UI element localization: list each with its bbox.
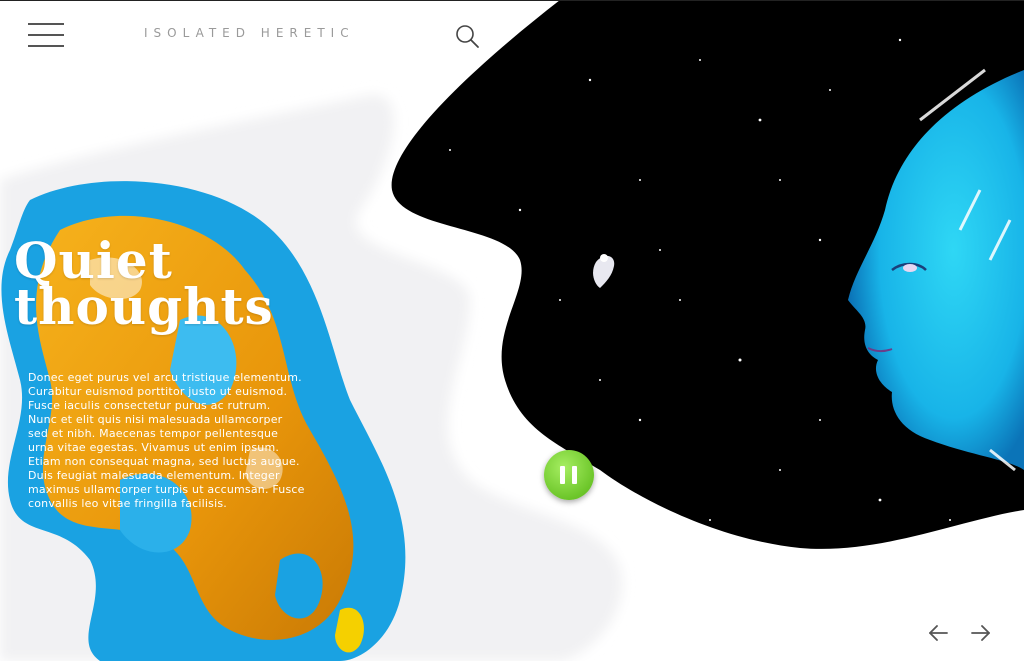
hamburger-menu-icon[interactable] [28,23,64,47]
top-bar: ISOLATED HERETIC [0,0,1024,71]
hero-title: Quiet thoughts [14,236,274,336]
body-line: Fusce iaculis consectetur purus ac rutru… [28,399,271,412]
body-line: Curabitur euismod porttitor justo ut eui… [28,385,288,398]
body-line: convallis leo vitae fringilla facilisis. [28,497,227,510]
body-line: sed et nibh. Maecenas tempor pellentesqu… [28,427,279,440]
pause-icon [572,466,577,484]
body-line: Nunc et elit quis nisi malesuada ullamco… [28,413,283,426]
body-line: Donec eget purus vel arcu tristique elem… [28,371,302,384]
hero-title-line-2: thoughts [14,277,274,336]
hero-body-text: Donec eget purus vel arcu tristique elem… [28,371,318,511]
search-icon[interactable] [454,23,480,49]
body-line: maximus ullamcorper turpis ut accumsan. … [28,483,305,496]
arrow-right-icon[interactable] [970,622,992,644]
body-line: Etiam non consequat magna, sed luctus au… [28,455,300,468]
pause-button[interactable] [544,450,594,500]
brand-title: ISOLATED HERETIC [144,26,355,40]
body-line: Duis feugiat malesuada elementum. Intege… [28,469,280,482]
pause-icon [560,466,565,484]
body-line: urna vitae egestas. Vivamus ut enim ipsu… [28,441,280,454]
arrow-left-icon[interactable] [927,622,949,644]
